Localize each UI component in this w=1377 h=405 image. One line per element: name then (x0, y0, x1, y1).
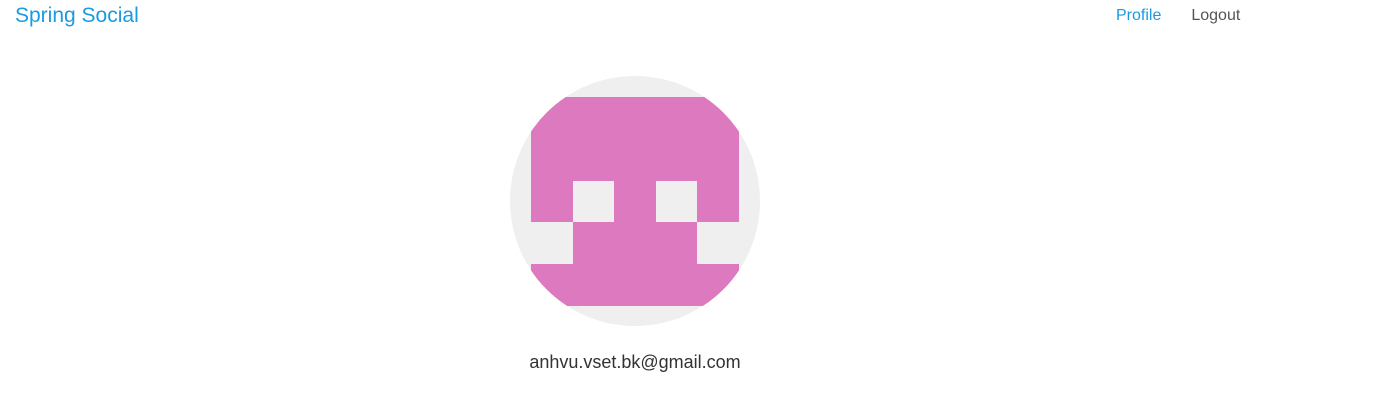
app-header: Spring Social Profile Logout (0, 0, 1377, 32)
profile-email: anhvu.vset.bk@gmail.com (529, 352, 741, 372)
nav-logout-link[interactable]: Logout (1191, 6, 1240, 26)
identicon-avatar-icon (510, 76, 760, 326)
app-title-link[interactable]: Spring Social (15, 3, 139, 29)
identicon-pattern (531, 97, 739, 306)
top-nav: Profile Logout (1116, 6, 1240, 26)
nav-profile-link[interactable]: Profile (1116, 6, 1161, 26)
avatar (510, 76, 760, 326)
